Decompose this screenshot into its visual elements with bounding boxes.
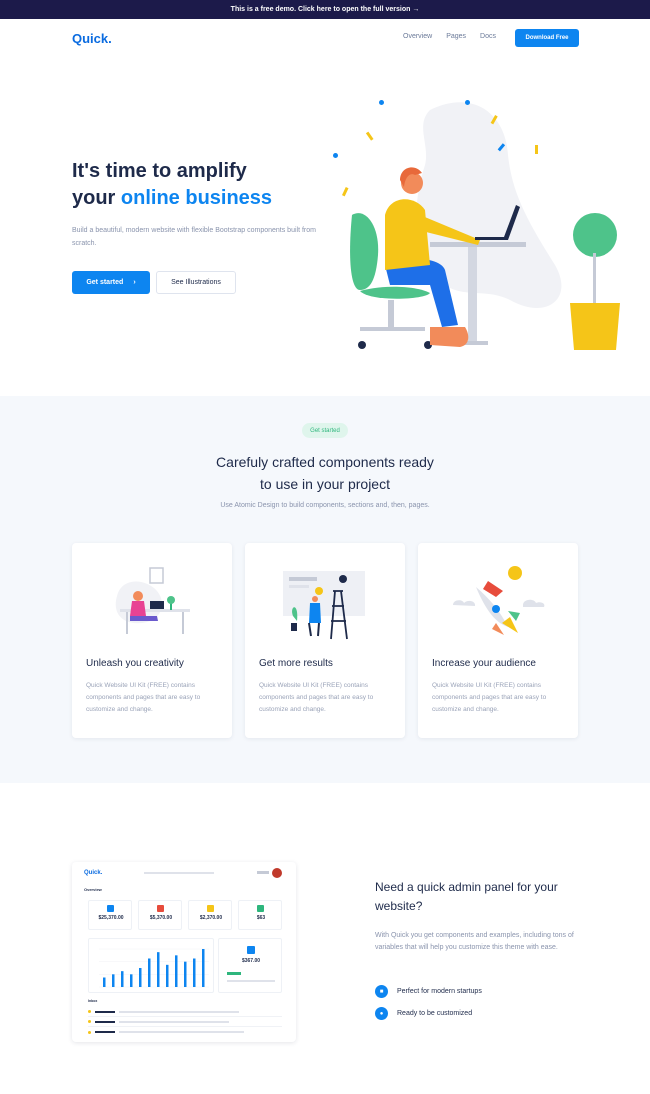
hero-title-line1: It's time to amplify	[72, 160, 247, 182]
star-icon	[88, 1020, 91, 1023]
demo-banner[interactable]: This is a free demo. Click here to open …	[0, 0, 650, 19]
mock-icons	[257, 871, 269, 874]
mock-inbox-list	[88, 1007, 282, 1037]
inbox-row	[88, 1027, 282, 1037]
document-icon: ■	[375, 985, 388, 998]
admin-feature-item: ● Ready to be customized	[375, 1007, 472, 1020]
logo[interactable]: Quick.	[72, 31, 112, 46]
stat-icon	[157, 905, 164, 912]
mock-bar	[112, 974, 115, 987]
features-subtitle: Use Atomic Design to build components, s…	[220, 502, 430, 509]
admin-description: With Quick you get components and exampl…	[375, 932, 574, 951]
features-title-line1: Carefuly crafted components ready	[216, 454, 434, 470]
logo-text[interactable]: Quick.	[72, 31, 112, 46]
mock-stat-card: $63	[238, 900, 282, 930]
navbar: Quick. Overview Pages Docs Download Free	[0, 28, 650, 48]
mock-side-bar	[227, 972, 241, 975]
card-description: Quick Website UI Kit (FREE) contains com…	[86, 682, 201, 713]
stat-value: $25,370.00	[98, 915, 124, 921]
mock-nav	[144, 872, 214, 874]
stat-icon	[107, 905, 114, 912]
mock-bar	[202, 949, 205, 987]
admin-title: Need a quick admin panel for your websit…	[375, 880, 558, 913]
see-illustrations-button[interactable]: See Illustrations	[156, 271, 236, 294]
feature-label: Ready to be customized	[397, 1010, 473, 1017]
nav-links: Overview Pages Docs	[403, 33, 496, 40]
feature-card: Increase your audience Quick Website UI …	[418, 543, 578, 738]
mock-side-text	[227, 980, 275, 982]
mock-avatar	[272, 868, 282, 878]
get-started-button[interactable]: Get started ›	[72, 271, 150, 294]
mock-side-icon	[247, 946, 255, 954]
features-title-line2: to use in your project	[260, 476, 390, 492]
stat-value: $2,370.00	[199, 915, 223, 921]
card-title: Get more results	[259, 658, 333, 669]
mock-bar	[184, 961, 187, 987]
download-button[interactable]: Download Free	[515, 29, 579, 47]
demo-banner-text[interactable]: This is a free demo. Click here to open …	[231, 6, 420, 13]
admin-feature-item: ■ Perfect for modern startups	[375, 985, 482, 998]
mock-inbox-title: Inbox	[88, 999, 98, 1003]
mock-bar	[103, 977, 106, 987]
nav-link-pages[interactable]: Pages	[446, 33, 466, 40]
mock-bar-chart	[99, 948, 209, 988]
feature-card: Unleash you creativity Quick Website UI …	[72, 543, 232, 738]
mock-stat-card: $25,370.00	[88, 900, 132, 930]
audience-illustration	[453, 566, 545, 635]
chevron-right-icon: ›	[133, 279, 136, 286]
features-title: Carefuly crafted components ready to use…	[0, 451, 650, 495]
feature-label: Perfect for modern startups	[397, 988, 482, 995]
get-started-label[interactable]: Get started	[86, 279, 123, 286]
hero-illustration	[333, 100, 620, 350]
card-description: Quick Website UI Kit (FREE) contains com…	[259, 682, 374, 713]
card-title: Increase your audience	[432, 658, 536, 669]
feature-card: Get more results Quick Website UI Kit (F…	[245, 543, 405, 738]
hero-title-line2: your online business	[72, 185, 272, 212]
inbox-row	[88, 1007, 282, 1017]
mock-side-card: $367.00	[218, 938, 282, 993]
inbox-row	[88, 1017, 282, 1027]
hero-title: It's time to amplify your online busines…	[72, 158, 272, 212]
mock-bar	[148, 958, 151, 987]
hero-title-accent: online business	[120, 187, 273, 209]
features-section: Get started Carefuly crafted components …	[0, 396, 650, 783]
results-illustration	[283, 571, 365, 640]
nav-link-overview[interactable]: Overview	[403, 33, 432, 40]
mock-bar	[157, 952, 160, 987]
mock-bar	[193, 958, 196, 987]
mock-bar	[139, 968, 142, 987]
stat-value: $5,370.00	[149, 915, 173, 921]
mock-bar	[175, 955, 178, 987]
hero-description: Build a beautiful, modern website with f…	[72, 227, 316, 247]
mock-bar	[130, 974, 133, 987]
admin-panel-preview: Quick. Overview $25,370.00 $5,370.00 $2,…	[72, 862, 296, 1042]
card-title: Unleash you creativity	[86, 658, 184, 669]
customize-icon: ●	[375, 1007, 388, 1020]
hero-title-plain: your	[72, 187, 121, 209]
mock-logo: Quick.	[84, 870, 103, 876]
nav-link-docs[interactable]: Docs	[480, 33, 496, 40]
mock-bar	[166, 964, 169, 987]
mock-chart-card	[88, 938, 214, 993]
section-badge: Get started	[302, 423, 348, 438]
stat-icon	[207, 905, 214, 912]
stat-icon	[257, 905, 264, 912]
creativity-illustration	[115, 567, 190, 634]
stat-value: $63	[256, 915, 266, 921]
mock-section-title: Overview	[84, 887, 102, 892]
mock-side-value: $367.00	[241, 958, 261, 964]
star-icon	[88, 1010, 91, 1013]
mock-stat-card: $2,370.00	[188, 900, 232, 930]
mock-bar	[121, 971, 124, 987]
star-icon	[88, 1030, 91, 1034]
mock-stat-card: $5,370.00	[138, 900, 182, 930]
card-description: Quick Website UI Kit (FREE) contains com…	[432, 682, 547, 713]
